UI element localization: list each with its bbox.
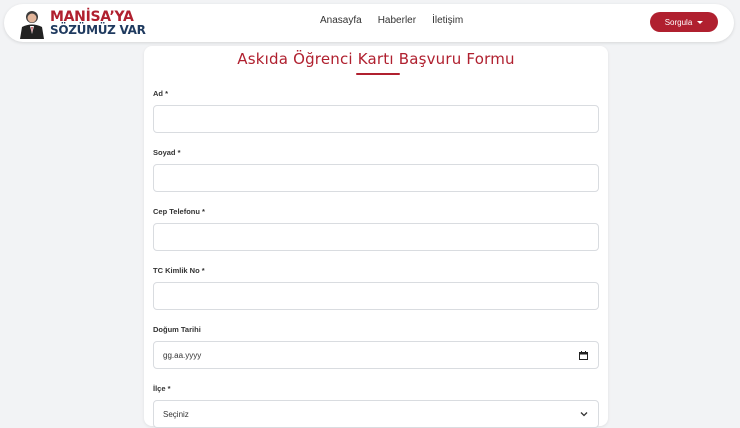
nav-item-anasayfa[interactable]: Anasayfa (320, 15, 362, 26)
date-placeholder: gg.aa.yyyy (163, 351, 202, 360)
field-label-dogum-tarihi: Doğum Tarihi (153, 325, 201, 334)
logo-text: MANİSA’YA SÖZÜMÜZ VAR (50, 10, 146, 37)
tc-kimlik-no-input[interactable] (153, 282, 599, 310)
ad-input[interactable] (153, 105, 599, 133)
site-logo[interactable]: MANİSA’YA SÖZÜMÜZ VAR (18, 8, 146, 40)
soyad-input[interactable] (153, 164, 599, 192)
logo-line-2: SÖZÜMÜZ VAR (50, 23, 146, 37)
caret-down-icon (697, 20, 704, 24)
cep-telefonu-input[interactable] (153, 223, 599, 251)
politician-portrait-icon (18, 9, 46, 39)
form-title: Askıda Öğrenci Kartı Başvuru Formu (237, 50, 515, 68)
field-label-cep-telefonu: Cep Telefonu * (153, 207, 205, 216)
sorgula-dropdown-button[interactable]: Sorgula (650, 12, 718, 32)
nav-links: Anasayfa Haberler İletişim (320, 15, 463, 26)
application-form-card: Askıda Öğrenci Kartı Başvuru Formu Ad * … (144, 46, 608, 428)
ilce-select[interactable]: Seçiniz (153, 400, 599, 428)
top-navbar: MANİSA’YA SÖZÜMÜZ VAR Anasayfa Haberler … (4, 4, 734, 42)
ilce-selected-value: Seçiniz (163, 410, 189, 419)
calendar-icon[interactable] (579, 351, 588, 360)
chevron-down-icon (580, 412, 588, 417)
field-label-soyad: Soyad * (153, 148, 181, 157)
nav-item-haberler[interactable]: Haberler (378, 15, 416, 26)
field-label-ad: Ad * (153, 89, 168, 98)
dogum-tarihi-date-input[interactable]: gg.aa.yyyy (153, 341, 599, 369)
field-label-ilce: İlçe * (153, 384, 171, 393)
nav-item-iletisim[interactable]: İletişim (432, 15, 463, 26)
title-underline (356, 73, 400, 75)
sorgula-label: Sorgula (664, 17, 693, 27)
field-label-tc-kimlik-no: TC Kimlik No * (153, 266, 205, 275)
